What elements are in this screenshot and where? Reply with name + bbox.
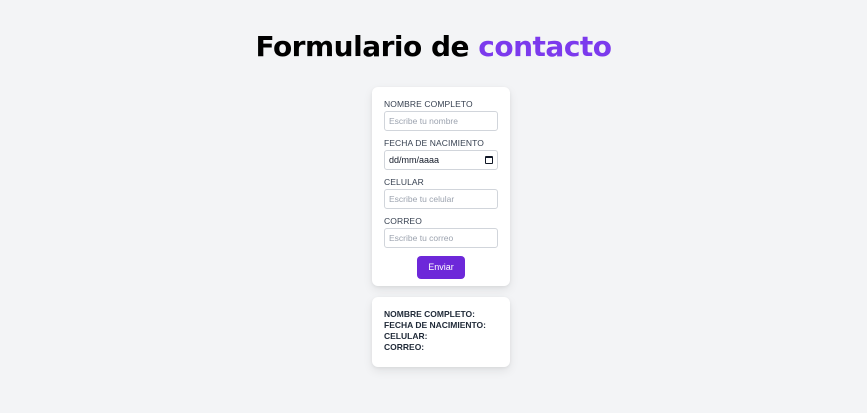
- result-card: NOMBRE COMPLETO: FECHA DE NACIMIENTO: CE…: [372, 297, 510, 367]
- phone-placeholder: Escribe tu celular: [389, 194, 455, 204]
- full-name-placeholder: Escribe tu nombre: [389, 116, 458, 126]
- submit-button[interactable]: Enviar: [417, 256, 465, 279]
- birth-date-input[interactable]: dd/mm/aaaa: [384, 150, 498, 170]
- email-label: CORREO: [384, 216, 422, 226]
- phone-input[interactable]: Escribe tu celular: [384, 189, 498, 209]
- result-birth-date: FECHA DE NACIMIENTO:: [384, 320, 486, 330]
- full-name-input[interactable]: Escribe tu nombre: [384, 111, 498, 131]
- submit-wrap: Enviar: [384, 255, 498, 279]
- page-title: Formulario de contacto: [0, 29, 867, 65]
- full-name-label: NOMBRE COMPLETO: [384, 99, 473, 109]
- page-title-main: Formulario de: [255, 30, 470, 63]
- email-placeholder: Escribe tu correo: [389, 233, 454, 243]
- result-full-name: NOMBRE COMPLETO:: [384, 309, 475, 319]
- contact-form-card: NOMBRE COMPLETO Escribe tu nombre FECHA …: [372, 87, 510, 286]
- result-phone: CELULAR:: [384, 331, 428, 341]
- birth-date-value: dd/mm/aaaa: [389, 155, 440, 165]
- calendar-icon[interactable]: [485, 156, 493, 164]
- phone-label: CELULAR: [384, 177, 424, 187]
- page-title-accent: contacto: [478, 30, 612, 63]
- result-email: CORREO:: [384, 342, 425, 352]
- email-input[interactable]: Escribe tu correo: [384, 228, 498, 248]
- birth-date-label: FECHA DE NACIMIENTO: [384, 138, 484, 148]
